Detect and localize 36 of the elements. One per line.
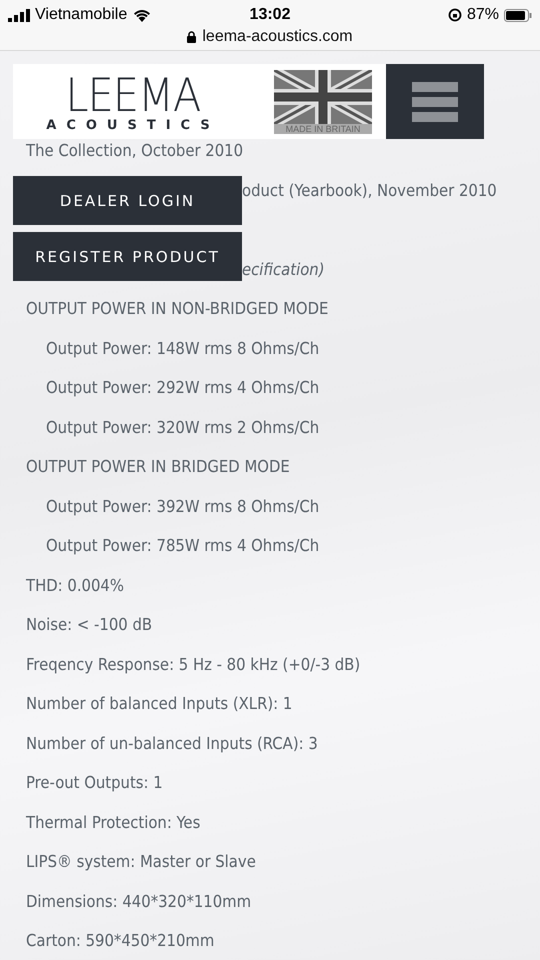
article-text: The Collection, October 2010 bbox=[26, 141, 244, 160]
spec-line: Number of balanced Inputs (XLR): 1 bbox=[26, 694, 292, 714]
nav-button[interactable]: DEALER LOGIN bbox=[13, 176, 242, 225]
nav-button[interactable]: REGISTER PRODUCT bbox=[13, 232, 242, 281]
rotation-lock-icon bbox=[448, 8, 462, 22]
spec-line: Output Power: 292W rms 4 Ohms/Ch bbox=[46, 378, 320, 398]
battery-percent: 87% bbox=[466, 6, 500, 24]
menu-icon bbox=[412, 82, 458, 122]
spec-line: Output Power: 392W rms 8 Ohms/Ch bbox=[46, 496, 320, 516]
spec-line: Pre-out Outputs: 1 bbox=[26, 773, 163, 792]
spec-line: Carton: 590*450*210mm bbox=[26, 931, 214, 950]
spec-line: Noise: < -100 dB bbox=[26, 615, 152, 634]
carrier-name: Vietnamobile bbox=[35, 6, 128, 24]
spec-line: THD: 0.004% bbox=[26, 576, 124, 595]
spec-line: LIPS® system: Master or Slave bbox=[26, 852, 256, 872]
url-text[interactable]: leema-acoustics.com bbox=[202, 28, 353, 46]
spec-line: Output Power: 148W rms 8 Ohms/Ch bbox=[46, 338, 320, 358]
signal-icon bbox=[8, 8, 30, 22]
spec-line: Number of un-balanced Inputs (RCA): 3 bbox=[26, 734, 318, 753]
clock-time: 13:02 bbox=[250, 6, 290, 24]
spec-line: Thermal Protection: Yes bbox=[26, 812, 200, 832]
logo-subtitle[interactable]: ACOUSTICS bbox=[46, 118, 220, 132]
spec-line: Output Power: 785W rms 4 Ohms/Ch bbox=[46, 536, 320, 556]
spec-line: OUTPUT POWER IN NON-BRIDGED MODE bbox=[26, 299, 328, 318]
flag-caption: MADE IN BRITAIN bbox=[274, 124, 372, 134]
battery-icon bbox=[504, 8, 532, 22]
article-text: ecification) bbox=[242, 260, 324, 279]
article-text: oduct (Yearbook), November 2010 bbox=[242, 180, 497, 200]
wifi-icon bbox=[132, 8, 152, 22]
logo-title[interactable]: LEEMA bbox=[66, 70, 200, 118]
spec-line: Freqency Response: 5 Hz - 80 kHz (+0/-3 dB) bbox=[26, 654, 360, 674]
spec-line: Dimensions: 440*320*110mm bbox=[26, 892, 252, 911]
menu-button[interactable] bbox=[386, 64, 484, 139]
spec-line: OUTPUT POWER IN BRIDGED MODE bbox=[26, 457, 290, 476]
lock-icon bbox=[187, 31, 196, 43]
spec-line: Output Power: 320W rms 2 Ohms/Ch bbox=[46, 418, 320, 437]
